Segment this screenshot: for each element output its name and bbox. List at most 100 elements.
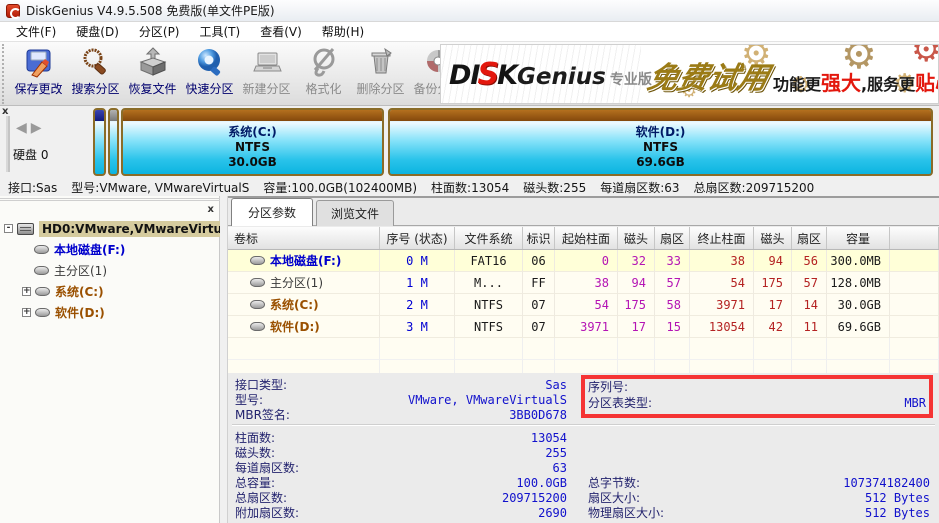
tree-item-software-d[interactable]: + 软件(D:) <box>0 302 220 323</box>
partition-block-d[interactable]: 软件(D:) NTFS 69.6GB <box>388 108 933 176</box>
disk-bar-grip <box>6 116 10 172</box>
physical-sector-size-value: 512 Bytes <box>865 506 930 520</box>
disk-icon <box>34 266 49 275</box>
heads-value: 255 <box>545 446 567 460</box>
volume-cell: 软件(D:) <box>228 316 380 338</box>
column-header[interactable]: 文件系统 <box>455 227 523 249</box>
end-sec-cell: 57 <box>792 272 827 294</box>
format-label: 格式化 <box>305 80 341 97</box>
seq-cell: 2 M <box>380 294 455 316</box>
tab-browse-files[interactable]: 浏览文件 <box>316 200 394 226</box>
brand-s: S <box>477 57 499 92</box>
column-header[interactable]: 序号 (状态) <box>380 227 455 249</box>
new-partition-button[interactable]: 新建分区 <box>238 42 295 104</box>
menu-view[interactable]: 查看(V) <box>250 21 312 42</box>
disk-info-capacity: 容量:100.0GB(102400MB) <box>263 179 417 196</box>
seq-cell: 3 M <box>380 316 455 338</box>
end-head-cell: 175 <box>754 272 792 294</box>
quick-partition-label: 快速分区 <box>185 80 233 97</box>
toolbar-grip <box>2 44 9 104</box>
id-cell: 06 <box>523 250 555 272</box>
menu-disk[interactable]: 硬盘(D) <box>66 21 129 42</box>
menu-tools[interactable]: 工具(T) <box>190 21 251 42</box>
tree-item-label: 软件(D:) <box>55 304 105 321</box>
tree-item-local-disk-f[interactable]: 本地磁盘(F:) <box>0 239 220 260</box>
save-changes-button[interactable]: 保存更改 <box>10 42 67 104</box>
tree-item-label: HD0:VMware,VMwareVirtualS <box>39 221 246 237</box>
tree-item-primary-partition[interactable]: 主分区(1) <box>0 260 220 281</box>
delete-partition-icon <box>364 45 398 79</box>
partition-size: 69.6GB <box>636 155 685 170</box>
collapse-icon[interactable]: - <box>4 224 13 233</box>
capacity-cell: 128.0MB <box>827 272 890 294</box>
vertical-splitter[interactable] <box>220 196 228 523</box>
menu-partition[interactable]: 分区(P) <box>129 21 190 42</box>
menu-file[interactable]: 文件(F) <box>6 21 66 42</box>
partition-block-small-2[interactable] <box>108 108 119 176</box>
format-icon <box>307 45 341 79</box>
column-header[interactable]: 扇区 <box>792 227 827 249</box>
disk-label: 硬盘 0 <box>13 146 48 163</box>
column-header[interactable]: 标识 <box>523 227 555 249</box>
column-header[interactable]: 终止柱面 <box>690 227 754 249</box>
start-sec-cell: 57 <box>655 272 690 294</box>
start-head-cell: 17 <box>618 316 655 338</box>
disk-nav-arrows[interactable]: ◀▶ <box>16 120 46 136</box>
partition-table: 卷标 序号 (状态) 文件系统 标识 起始柱面 磁头 扇区 终止柱面 磁头 扇区… <box>228 227 939 373</box>
table-row-primary-partition[interactable]: 主分区(1) 1 M M... FF 38 94 57 54 175 57 12… <box>228 272 939 294</box>
disk-info-cylinders: 柱面数:13054 <box>431 179 509 196</box>
delete-partition-button[interactable]: 删除分区 <box>352 42 409 104</box>
column-header-filler <box>890 227 939 249</box>
expand-icon[interactable]: + <box>22 308 31 317</box>
recover-files-button[interactable]: 恢复文件 <box>124 42 181 104</box>
column-header[interactable]: 磁头 <box>754 227 792 249</box>
window-title: DiskGenius V4.9.5.508 免费版(单文件PE版) <box>26 2 275 19</box>
promo-banner[interactable]: ⚙ ⚙ ⚙ ⚙ ⚙ ⚙ DISKGenius专业版 免费试用 功能更强大,服务更… <box>440 44 939 104</box>
cylinders-value: 13054 <box>531 431 567 445</box>
partition-size: 30.0GB <box>228 155 277 170</box>
seq-cell: 0 M <box>380 250 455 272</box>
column-header[interactable]: 扇区 <box>655 227 690 249</box>
partition-block-small-1[interactable] <box>93 108 106 176</box>
next-disk-icon[interactable]: ▶ <box>31 120 46 136</box>
prev-disk-icon[interactable]: ◀ <box>16 120 31 136</box>
partition-block-c[interactable]: 系统(C:) NTFS 30.0GB <box>121 108 384 176</box>
start-sec-cell: 58 <box>655 294 690 316</box>
column-header[interactable]: 磁头 <box>618 227 655 249</box>
column-header[interactable]: 容量 <box>827 227 890 249</box>
end-head-cell: 42 <box>754 316 792 338</box>
column-header[interactable]: 起始柱面 <box>555 227 618 249</box>
disk-icon <box>250 300 265 309</box>
disk-icon <box>34 245 49 254</box>
disk-info-line: 接口:Sas 型号:VMware, VMwareVirtualS 容量:100.… <box>0 178 939 196</box>
disk-info-sectors-per-track: 每道扇区数:63 <box>600 179 679 196</box>
filler-cell <box>890 316 939 338</box>
table-row-local-disk-f[interactable]: 本地磁盘(F:) 0 M FAT16 06 0 32 33 38 94 56 3… <box>228 250 939 272</box>
quick-partition-button[interactable]: 快速分区 <box>181 42 238 104</box>
close-icon[interactable]: x <box>208 205 214 215</box>
tagline-part: 贴心 <box>915 71 939 95</box>
search-partition-label: 搜索分区 <box>71 80 119 97</box>
quick-partition-icon <box>193 45 227 79</box>
new-partition-icon <box>250 45 284 79</box>
banner-brand: DISKGenius专业版 <box>449 57 652 92</box>
save-changes-label: 保存更改 <box>14 80 62 97</box>
start-head-cell: 175 <box>618 294 655 316</box>
format-button[interactable]: 格式化 <box>295 42 352 104</box>
tab-partition-params[interactable]: 分区参数 <box>231 198 313 226</box>
partition-table-type-value: MBR <box>904 396 926 410</box>
tree-item-hd0[interactable]: - HD0:VMware,VMwareVirtualS <box>0 218 220 239</box>
tree-item-label: 系统(C:) <box>55 283 104 300</box>
start-cyl-cell: 3971 <box>555 316 618 338</box>
capacity-cell: 69.6GB <box>827 316 890 338</box>
menu-help[interactable]: 帮助(H) <box>312 21 374 42</box>
table-row-software-d[interactable]: 软件(D:) 3 M NTFS 07 3971 17 15 13054 42 1… <box>228 316 939 338</box>
end-sec-cell: 56 <box>792 250 827 272</box>
tree-item-system-c[interactable]: + 系统(C:) <box>0 281 220 302</box>
disk-icon <box>250 322 265 331</box>
expand-icon[interactable]: + <box>22 287 31 296</box>
delete-partition-label: 删除分区 <box>356 80 404 97</box>
search-partition-button[interactable]: 搜索分区 <box>67 42 124 104</box>
table-row-system-c[interactable]: 系统(C:) 2 M NTFS 07 54 175 58 3971 17 14 … <box>228 294 939 316</box>
column-header[interactable]: 卷标 <box>228 227 380 249</box>
